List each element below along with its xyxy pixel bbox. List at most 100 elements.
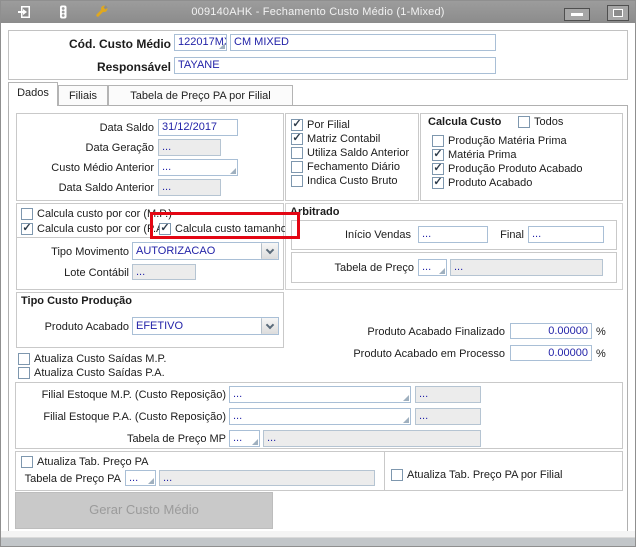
filial-estoque-mp-label: Filial Estoque M.P. (Custo Reposição) xyxy=(41,389,226,401)
tabela-preco-mp-code-field[interactable]: ... xyxy=(229,430,260,447)
inicio-vendas-field[interactable]: ... xyxy=(418,226,488,243)
checkbox-box xyxy=(18,366,30,379)
tipo-custo-producao-title: Tipo Custo Produção xyxy=(21,295,133,307)
checkbox-box: ✓ xyxy=(432,148,444,161)
window-frame: 009140AHK - Fechamento Custo Médio (1-Mi… xyxy=(0,0,636,547)
check-mark: ✓ xyxy=(433,176,443,188)
check-mark: ✓ xyxy=(433,148,443,160)
tabela-preco-mp-label: Tabela de Preço MP xyxy=(126,433,226,445)
final-field[interactable]: ... xyxy=(528,226,604,243)
checkbox-calcula-custo-tamanho[interactable]: ✓ Calcula custo tamanho xyxy=(159,222,287,235)
maximize-button[interactable] xyxy=(607,5,629,21)
checkbox-box: ✓ xyxy=(432,162,444,175)
filial-estoque-mp-field[interactable]: ... xyxy=(229,386,411,403)
checkbox-atualiza-custo-saidas-pa[interactable]: Atualiza Custo Saídas P.A. xyxy=(18,366,165,379)
responsavel-field[interactable]: TAYANE xyxy=(174,57,496,74)
minimize-icon xyxy=(571,13,583,16)
tipo-movimento-value: AUTORIZACAO xyxy=(136,245,216,257)
chevron-down-icon[interactable] xyxy=(261,243,278,259)
filial-estoque-pa-field[interactable]: ... xyxy=(229,408,411,425)
tabela-preco-pa-desc-field: ... xyxy=(159,470,375,486)
traffic-light-icon[interactable] xyxy=(55,4,71,20)
checkbox-label: Calcula custo tamanho xyxy=(175,222,287,235)
cod-custo-medio-desc-field[interactable]: CM MIXED xyxy=(230,34,496,51)
tab-filiais[interactable]: Filiais xyxy=(58,85,108,105)
cod-custo-medio-field[interactable]: 122017MX xyxy=(174,34,227,51)
final-label: Final xyxy=(500,229,524,241)
data-geracao-field: ... xyxy=(158,139,221,156)
cod-custo-medio-label: Cód. Custo Médio xyxy=(69,37,171,51)
produto-acabado-processo-field[interactable]: 0.00000 xyxy=(510,345,592,361)
minimize-button[interactable] xyxy=(564,8,590,21)
calcula-custo-title: Calcula Custo xyxy=(428,116,502,128)
checkbox-label: Por Filial xyxy=(307,118,350,131)
checkbox-indica-custo-bruto[interactable]: Indica Custo Bruto xyxy=(291,174,398,187)
produto-acabado-label: Produto Acabado xyxy=(44,321,129,333)
status-bar xyxy=(1,537,635,546)
filial-estoque-mp-desc-field: ... xyxy=(415,386,481,403)
processo-percent-suffix: % xyxy=(596,348,606,360)
chevron-down-icon[interactable] xyxy=(261,318,278,334)
produto-acabado-select[interactable]: EFETIVO xyxy=(132,317,279,335)
checkbox-utiliza-saldo-anterior[interactable]: Utiliza Saldo Anterior xyxy=(291,146,409,159)
produto-acabado-finalizado-field[interactable]: 0.00000 xyxy=(510,323,592,339)
checkbox-matriz-contabil[interactable]: ✓ Matriz Contabil xyxy=(291,132,380,145)
checkbox-box: ✓ xyxy=(432,176,444,189)
checkbox-box xyxy=(391,468,403,481)
checkbox-producao-produto-acabado[interactable]: ✓ Produção Produto Acabado xyxy=(432,162,583,175)
check-mark: ✓ xyxy=(292,118,302,130)
checkbox-calcula-custo-cor-mp[interactable]: Calcula custo por cor (M.P.) xyxy=(21,207,172,220)
filial-estoque-pa-label: Filial Estoque P.A. (Custo Reposição) xyxy=(43,411,226,423)
checkbox-box: ✓ xyxy=(21,222,33,235)
tabela-preco-label: Tabela de Preço xyxy=(334,262,415,274)
maximize-icon xyxy=(613,9,623,17)
tipo-movimento-select[interactable]: AUTORIZACAO xyxy=(132,242,279,260)
checkbox-box xyxy=(18,352,30,365)
data-saldo-anterior-label: Data Saldo Anterior xyxy=(58,182,154,194)
checkbox-produto-acabado[interactable]: ✓ Produto Acabado xyxy=(432,176,532,189)
checkbox-label: Indica Custo Bruto xyxy=(307,174,398,187)
exit-icon[interactable] xyxy=(17,4,33,20)
divider-line xyxy=(384,451,385,491)
checkbox-label: Todos xyxy=(534,115,564,128)
checkbox-todos[interactable]: Todos xyxy=(518,115,563,128)
checkbox-label: Atualiza Custo Saídas P.A. xyxy=(34,366,165,379)
checkbox-producao-materia-prima[interactable]: Produção Matéria Prima xyxy=(432,134,567,147)
filial-estoque-pa-desc-field: ... xyxy=(415,408,481,425)
tabela-preco-pa-code-field[interactable]: ... xyxy=(125,470,156,486)
tabela-preco-desc-field: ... xyxy=(450,259,603,276)
checkbox-label: Calcula custo por cor (P.A xyxy=(37,222,164,235)
gerar-custo-medio-button[interactable]: Gerar Custo Médio xyxy=(15,492,273,529)
tipo-movimento-label: Tipo Movimento xyxy=(51,246,129,258)
checkbox-label: Atualiza Tab. Preço PA xyxy=(37,455,149,468)
checkbox-box: ✓ xyxy=(159,222,171,235)
check-mark: ✓ xyxy=(292,132,302,144)
check-mark: ✓ xyxy=(160,222,170,234)
produto-acabado-finalizado-label: Produto Acabado Finalizado xyxy=(367,326,505,338)
tabela-preco-mp-desc-field: ... xyxy=(263,430,481,447)
checkbox-calcula-custo-cor-pa[interactable]: ✓ Calcula custo por cor (P.A xyxy=(21,222,163,235)
checkbox-box xyxy=(432,134,444,147)
checkbox-atualiza-tab-preco-pa-por-filial[interactable]: Atualiza Tab. Preço PA por Filial xyxy=(391,468,563,481)
tab-tabela-preco-pa[interactable]: Tabela de Preço PA por Filial xyxy=(108,85,293,105)
checkbox-atualiza-tab-preco-pa[interactable]: Atualiza Tab. Preço PA xyxy=(21,455,149,468)
finalizado-percent-suffix: % xyxy=(596,326,606,338)
checkbox-fechamento-diario[interactable]: Fechamento Diário xyxy=(291,160,400,173)
tabela-preco-code-field[interactable]: ... xyxy=(418,259,447,276)
data-saldo-field[interactable]: 31/12/2017 xyxy=(158,119,238,136)
checkbox-box xyxy=(21,207,33,220)
tab-dados[interactable]: Dados xyxy=(8,82,58,106)
custo-medio-anterior-field[interactable]: ... xyxy=(158,159,238,176)
checkbox-atualiza-custo-saidas-mp[interactable]: Atualiza Custo Saídas M.P. xyxy=(18,352,166,365)
checkbox-label: Calcula custo por cor (M.P.) xyxy=(37,207,172,220)
checkbox-label: Produto Acabado xyxy=(448,176,533,189)
checkbox-label: Matriz Contabil xyxy=(307,132,381,145)
checkbox-label: Atualiza Tab. Preço PA por Filial xyxy=(407,468,563,481)
title-bar: 009140AHK - Fechamento Custo Médio (1-Mi… xyxy=(1,1,635,23)
data-saldo-label: Data Saldo xyxy=(99,122,154,134)
wrench-icon[interactable] xyxy=(93,4,109,20)
checkbox-box: ✓ xyxy=(291,118,303,131)
checkbox-por-filial[interactable]: ✓ Por Filial xyxy=(291,118,350,131)
checkbox-materia-prima[interactable]: ✓ Matéria Prima xyxy=(432,148,516,161)
checkbox-box xyxy=(291,174,303,187)
